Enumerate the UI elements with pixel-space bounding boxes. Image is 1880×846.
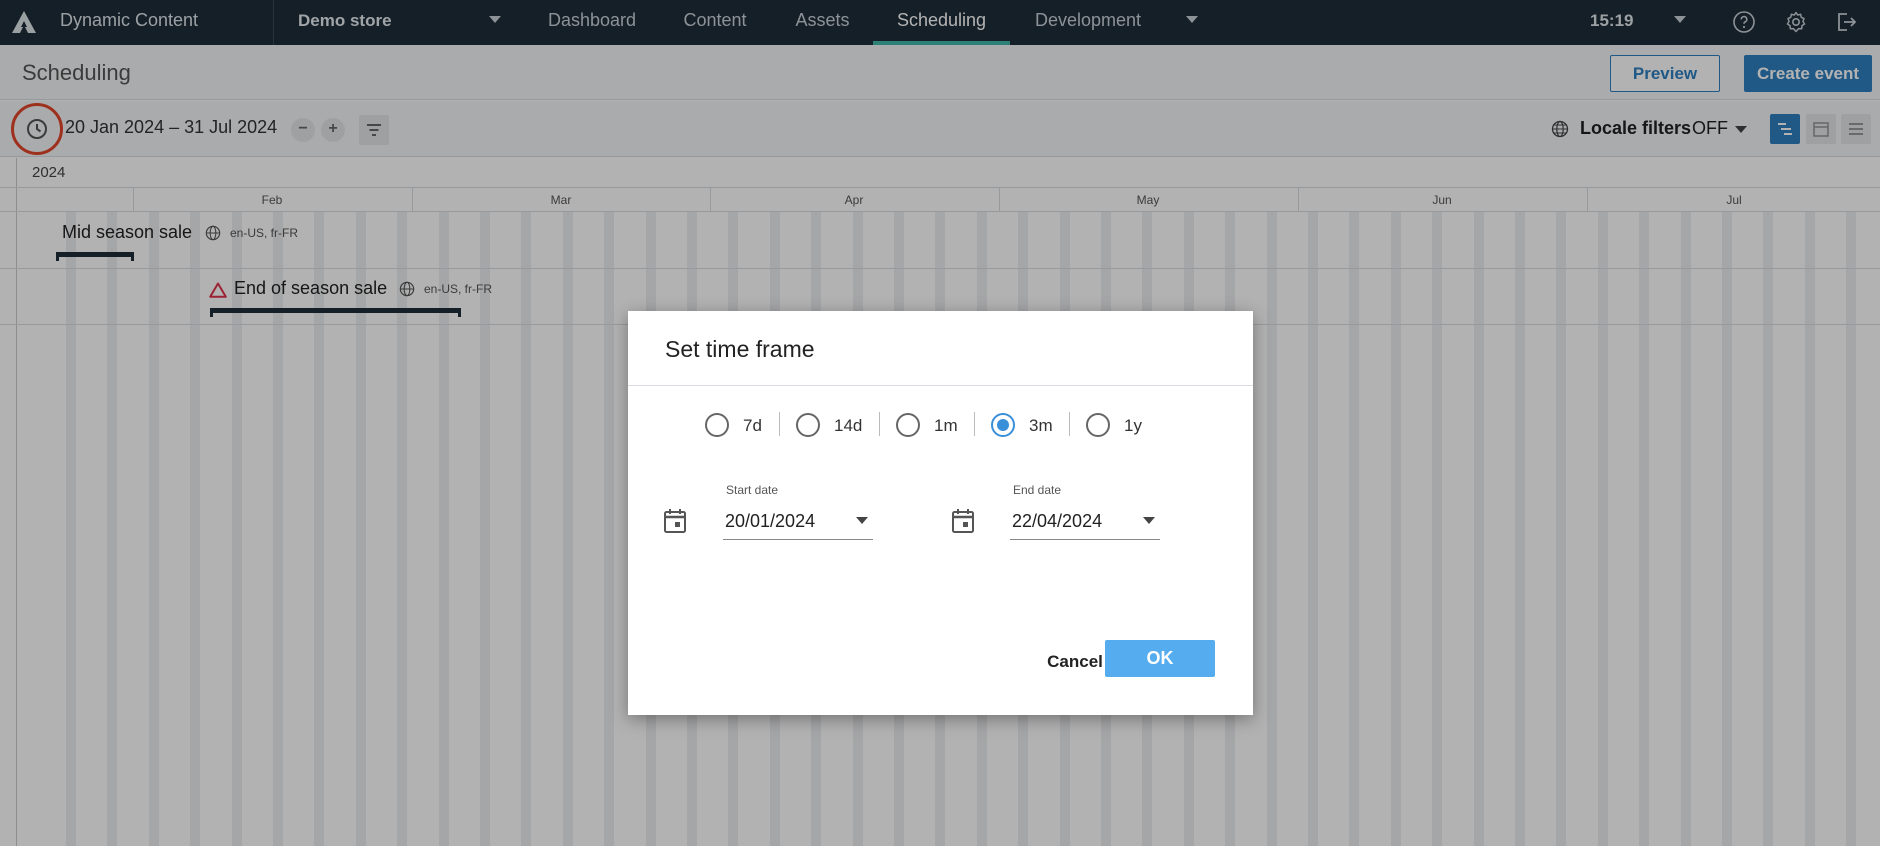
dialog-divider [628, 385, 1253, 386]
end-date-underline [1010, 539, 1160, 540]
radio-label[interactable]: 7d [743, 416, 762, 436]
start-date-input[interactable]: 20/01/2024 [725, 511, 815, 532]
radio-label[interactable]: 14d [834, 416, 862, 436]
calendar-icon[interactable] [950, 507, 976, 535]
radio-14d[interactable] [796, 413, 820, 437]
end-date-label: End date [1013, 483, 1062, 497]
radio-separator [1069, 412, 1070, 436]
radio-separator [779, 412, 780, 436]
radio-1y[interactable] [1086, 413, 1110, 437]
ok-button[interactable]: OK [1105, 640, 1215, 677]
calendar-icon[interactable] [662, 507, 688, 535]
dialog-title: Set time frame [665, 336, 815, 362]
radio-1m[interactable] [896, 413, 920, 437]
start-date-label: Start date [726, 483, 779, 497]
end-date-input[interactable]: 22/04/2024 [1012, 511, 1102, 532]
radio-label[interactable]: 3m [1029, 416, 1053, 436]
radio-7d[interactable] [705, 413, 729, 437]
chevron-down-icon[interactable] [856, 517, 868, 524]
radio-separator [974, 412, 975, 436]
radio-label[interactable]: 1m [934, 416, 958, 436]
radio-3m[interactable] [991, 413, 1015, 437]
chevron-down-icon[interactable] [1143, 517, 1155, 524]
radio-label[interactable]: 1y [1124, 416, 1142, 436]
radio-separator [879, 412, 880, 436]
time-frame-options: 7d 14d 1m 3m 1y [628, 410, 1253, 440]
start-date-underline [723, 539, 873, 540]
set-time-frame-dialog: Set time frame 7d 14d 1m 3m 1y Start dat… [628, 311, 1253, 715]
